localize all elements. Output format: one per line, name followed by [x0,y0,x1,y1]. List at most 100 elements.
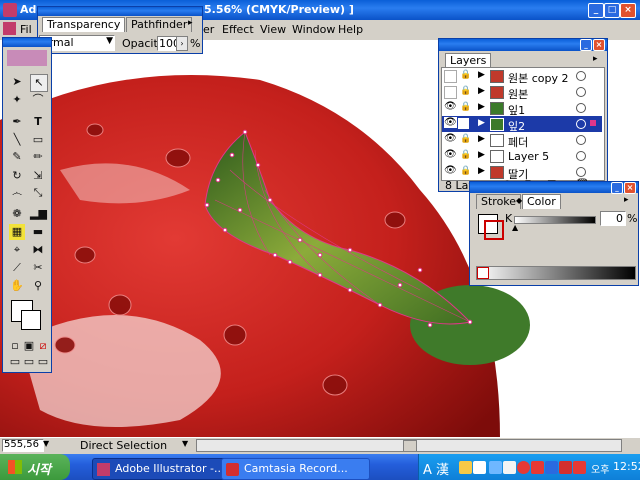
eye-icon[interactable]: 👁 [444,165,457,176]
expand-triangle-icon[interactable]: ▶ [478,102,485,112]
opacity-input[interactable]: 100 [157,36,180,51]
gradient-tool-icon[interactable]: ▬ [30,224,46,240]
horizontal-scrollbar[interactable] [196,439,622,452]
type-tool-icon[interactable]: T [30,114,46,130]
rectangle-tool-icon[interactable]: ▭ [30,132,46,148]
tools-title-bar[interactable] [3,38,51,47]
eye-icon[interactable]: 👁 [444,117,457,128]
eyedropper-tool-icon[interactable]: ⌖ [9,242,25,258]
volume-icon[interactable] [503,461,516,474]
target-icon[interactable] [576,103,586,113]
layers-title-bar[interactable]: _ × [439,39,607,51]
stroke-swatch[interactable] [21,310,41,330]
target-icon[interactable] [576,71,586,81]
ime-help-icon[interactable] [473,461,486,474]
scroll-thumb[interactable] [403,440,417,452]
tab-color[interactable]: Color [522,194,561,209]
task-illustrator[interactable]: Adobe Illustrator -... [92,458,241,480]
layer-row-selected[interactable]: 👁 ▶ 잎2 [442,116,602,133]
free-transform-tool-icon[interactable]: ⤡ [30,185,46,201]
layer-row[interactable]: 🔒 ▶ 원본 copy 2 [442,68,602,85]
layer-row[interactable]: 👁 🔒 ▶ 페더 [442,132,602,149]
rotate-tool-icon[interactable]: ↻ [9,168,25,184]
color-close-icon[interactable]: × [624,182,636,194]
eye-icon[interactable]: 👁 [444,149,457,160]
color-spectrum-bar[interactable] [476,266,636,280]
pen-tool-icon[interactable]: ✒ [9,114,25,130]
lock-icon[interactable]: 🔒 [460,102,471,112]
tray-app-icon[interactable] [573,461,586,474]
opacity-stepper-icon[interactable]: › [176,36,188,51]
target-icon[interactable] [576,87,586,97]
blend-tool-icon[interactable]: ⧓ [30,242,46,258]
transparency-title-bar[interactable] [38,7,202,16]
minimize-icon[interactable]: _ [588,3,604,18]
color-minimize-icon[interactable]: _ [611,182,623,194]
k-slider-track[interactable] [514,216,596,224]
ime-tool-icon[interactable] [459,461,472,474]
k-slider-thumb[interactable]: ▲ [512,223,518,232]
menu-effect[interactable]: Effect [222,23,254,36]
color-panel-menu-icon[interactable]: ▸ [624,195,629,205]
target-icon[interactable] [576,119,586,129]
pencil-tool-icon[interactable]: ✏ [30,149,46,165]
lock-icon[interactable]: 🔒 [460,150,471,160]
task-camtasia[interactable]: Camtasia Record... [221,458,370,480]
target-icon[interactable] [576,135,586,145]
close-icon[interactable]: × [620,3,636,18]
menu-window[interactable]: Window [292,23,335,36]
lock-icon[interactable]: 🔒 [460,134,471,144]
messenger-icon[interactable] [559,461,572,474]
expand-triangle-icon[interactable]: ▶ [478,86,485,96]
lock-icon[interactable]: 🔒 [460,70,471,80]
none-color-icon[interactable] [477,267,489,279]
graph-tool-icon[interactable]: ▂▆ [30,206,47,222]
lasso-tool-icon[interactable]: ⌒ [30,92,46,108]
tab-layers[interactable]: Layers [445,53,492,68]
direct-selection-tool-icon[interactable]: ↖ [30,74,48,92]
layers-panel-menu-icon[interactable]: ▸ [593,54,598,64]
eye-icon[interactable]: 👁 [444,133,457,144]
menu-filter[interactable]: er [203,23,214,36]
ime-indicator[interactable]: A 漢 [423,459,449,478]
layer-row[interactable]: 👁 🔒 ▶ 잎1 [442,100,602,117]
layers-minimize-icon[interactable]: _ [580,39,592,51]
lock-icon[interactable]: 🔒 [460,86,471,96]
visibility-toggle[interactable] [444,86,457,99]
magic-wand-tool-icon[interactable]: ✦ [9,92,25,108]
layers-close-icon[interactable]: × [593,39,605,51]
panel-menu-icon[interactable]: ▸ [188,18,193,28]
record-icon[interactable] [517,461,530,474]
tab-stroke[interactable]: Stroke [476,194,522,209]
menu-view[interactable]: View [260,23,286,36]
antivirus-icon[interactable] [531,461,544,474]
layer-row[interactable]: 👁 🔒 ▶ Layer 5 [442,148,602,165]
symbol-sprayer-tool-icon[interactable]: ❁ [9,206,25,222]
zoom-field[interactable]: 555,56 [2,439,44,452]
stroke-proxy[interactable] [484,220,504,240]
none-mode-icon[interactable]: ⧄ [35,338,51,354]
status-chevron-icon[interactable]: ▼ [182,439,188,448]
scissors-tool-icon[interactable]: ✂ [30,260,46,276]
start-button[interactable]: 시작 [0,454,70,480]
maximize-icon[interactable]: □ [604,3,620,18]
k-value-input[interactable]: 0 [600,211,626,226]
lock-icon[interactable]: 🔒 [460,166,471,176]
eye-icon[interactable]: 👁 [444,101,457,112]
selection-tool-icon[interactable]: ➤ [9,74,25,90]
zoom-tool-icon[interactable]: ⚲ [30,278,46,294]
expand-triangle-icon[interactable]: ▶ [478,166,485,176]
layer-row[interactable]: 🔒 ▶ 원본 [442,84,602,101]
zoom-chevron-icon[interactable]: ▼ [43,439,49,448]
expand-triangle-icon[interactable]: ▶ [478,118,485,128]
visibility-toggle[interactable] [444,70,457,83]
expand-triangle-icon[interactable]: ▶ [478,150,485,160]
target-icon[interactable] [576,167,586,177]
line-tool-icon[interactable]: ╲ [9,132,25,148]
menu-file[interactable]: Fil [20,23,32,36]
slice-tool-icon[interactable]: ⟋ [9,260,25,276]
network-icon[interactable] [489,461,502,474]
target-icon[interactable] [576,151,586,161]
lock-slot[interactable] [458,118,469,129]
expand-triangle-icon[interactable]: ▶ [478,70,485,80]
